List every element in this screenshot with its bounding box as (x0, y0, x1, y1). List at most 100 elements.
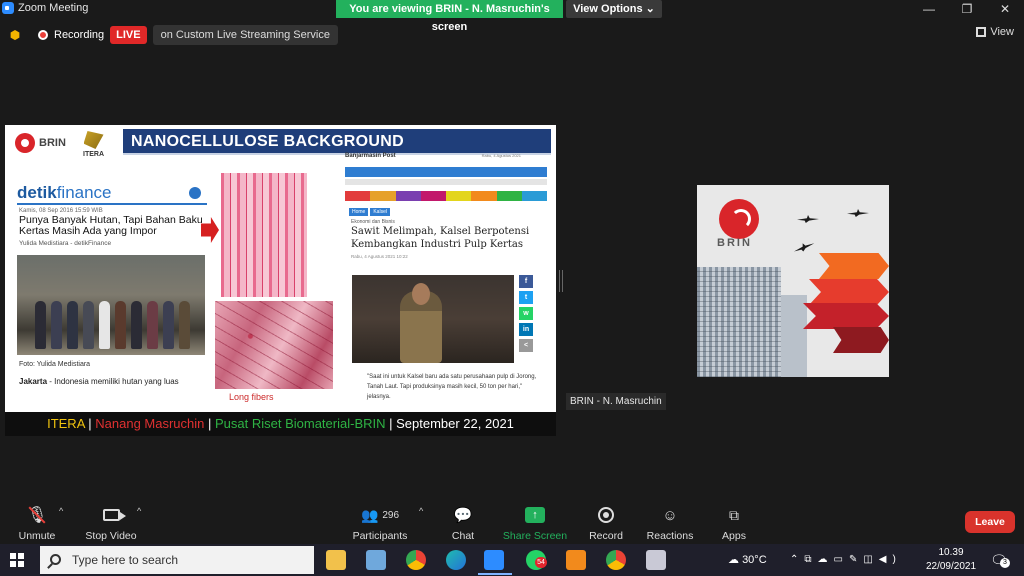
unmute-label: Unmute (18, 530, 56, 542)
building-image (697, 267, 781, 377)
pinned-app-icon[interactable] (646, 550, 666, 570)
photo-person (179, 301, 190, 349)
participants-count: 296 (382, 509, 400, 521)
chat-icon: 💬 (453, 507, 473, 524)
participants-caret-icon[interactable]: ^ (419, 506, 423, 516)
photo-person (35, 301, 46, 349)
itera-logo: ITERA (83, 131, 104, 158)
chat-label: Chat (451, 530, 475, 542)
apps-button[interactable]: ⧉ Apps (699, 504, 769, 543)
slide-title: NANOCELLULOSE BACKGROUND (123, 129, 551, 155)
participant-video-tile[interactable]: BRIN (697, 185, 889, 377)
close-button[interactable]: ✕ (986, 0, 1024, 18)
banjar-header: Banjarmasin Post Rabu, 4 Agustus 2021 (345, 153, 551, 167)
bird-icon (792, 239, 815, 254)
windows-start-icon[interactable] (10, 553, 24, 567)
bird-icon (797, 215, 819, 223)
brin-emblem-icon (719, 199, 759, 239)
zoom-window: Zoom Meeting You are viewing BRIN - N. M… (0, 0, 1024, 576)
category-swatch (496, 191, 522, 201)
category-swatch (471, 191, 497, 201)
long-fibers-label: Long fibers (229, 392, 274, 402)
banjar-headline: Sawit Melimpah, Kalsel Berpotensi Kemban… (351, 226, 530, 250)
audio-options-caret-icon[interactable]: ^ (59, 506, 63, 516)
share-icon: < (519, 339, 533, 352)
fiber-micrograph-2 (215, 301, 333, 389)
minimize-button[interactable]: — (910, 0, 948, 18)
title-bar: Zoom Meeting You are viewing BRIN - N. M… (0, 0, 1024, 33)
category-swatch (370, 191, 396, 201)
meeting-toolbar: 🎙 Unmute ^ Stop Video ^ 👥296 Participant… (0, 500, 1024, 544)
weather-widget[interactable]: ☁ 30°C (728, 544, 767, 576)
photo-person (51, 301, 62, 349)
participants-button[interactable]: 👥 296 Participants (345, 504, 415, 543)
shield-icon[interactable]: ⬢ (8, 28, 22, 42)
active-app-indicator (478, 573, 512, 575)
video-options-caret-icon[interactable]: ^ (137, 506, 141, 516)
brin-emblem-icon (15, 133, 35, 153)
slide-footer: ITERA | Nanang Masruchin | Pusat Riset B… (5, 412, 556, 436)
bird-icon (847, 209, 869, 217)
detik-body-bold: Jakarta (19, 377, 48, 386)
photo-face (412, 283, 430, 305)
footer-sep: | (385, 416, 397, 431)
brin-logo-text: BRIN (39, 137, 66, 149)
chevron-graphic (803, 303, 889, 329)
brin-logo: BRIN (15, 133, 66, 153)
chrome-icon[interactable] (406, 550, 426, 570)
tile-logo-text: BRIN (717, 237, 752, 249)
splitter-handle[interactable] (559, 270, 563, 292)
system-tray-icons[interactable]: ⌃⧉☁▭✎◫◀) (790, 544, 902, 576)
chevron-graphic (833, 327, 889, 353)
banjar-quote: "Saat ini untuk Kalsel baru ada satu per… (367, 374, 537, 400)
category-swatch (345, 191, 371, 201)
banjar-nav (345, 167, 547, 177)
photo-person (163, 301, 174, 349)
banjar-site-name: Banjarmasin Post (345, 153, 396, 159)
clock-date: 22/09/2021 (925, 561, 977, 572)
view-button[interactable]: View (976, 26, 1014, 38)
pinned-app-icon[interactable] (366, 550, 386, 570)
recording-label[interactable]: Recording (54, 29, 104, 41)
file-explorer-icon[interactable] (326, 550, 346, 570)
grid-icon (976, 27, 987, 37)
banjar-category-bar (345, 191, 547, 201)
shared-screen: BRIN ITERA NANOCELLULOSE BACKGROUND deti… (5, 125, 556, 436)
photo-person (115, 301, 126, 349)
record-button[interactable]: Record (571, 504, 641, 542)
pinned-app-icon[interactable] (566, 550, 586, 570)
banjar-subnav (345, 179, 547, 185)
taskbar-search-input[interactable]: Type here to search (40, 546, 314, 574)
photo-person (83, 301, 94, 349)
restore-button[interactable]: ❐ (948, 0, 986, 18)
detik-body: Jakarta - Indonesia memiliki hutan yang … (19, 377, 179, 386)
record-icon (571, 504, 641, 526)
view-options-button[interactable]: View Options ⌄ (566, 0, 662, 18)
detik-divider (17, 203, 207, 205)
taskbar-clock[interactable]: 10.39 22/09/2021 (924, 546, 978, 574)
chevron-down-icon: ⌄ (645, 3, 655, 15)
share-screen-button[interactable]: ↑ Share Screen (500, 504, 570, 542)
windows-taskbar: Type here to search 54 ☁ 30°C ⌃⧉☁▭✎◫◀) 1… (0, 544, 1024, 576)
video-camera-icon (76, 504, 146, 526)
detik-photo (17, 255, 205, 355)
view-options-label: View Options (573, 3, 643, 15)
fiber-micrograph-1 (221, 173, 307, 297)
chat-button[interactable]: 💬 Chat (428, 504, 498, 542)
leave-button[interactable]: Leave (965, 511, 1015, 533)
zoom-taskbar-icon[interactable] (484, 550, 504, 570)
chevron-graphic (809, 279, 889, 305)
category-swatch (420, 191, 446, 201)
banjar-meta: Rabu, 4 Agustus 2021 10:22 (351, 254, 408, 259)
edge-icon[interactable] (446, 550, 466, 570)
chrome-profile-icon[interactable] (606, 550, 626, 570)
footer-institute: Pusat Riset Biomaterial-BRIN (215, 416, 386, 431)
stop-video-button[interactable]: Stop Video (76, 504, 146, 542)
breadcrumb-home: Home (349, 208, 369, 216)
live-badge[interactable]: LIVE (110, 26, 147, 44)
facebook-icon: f (519, 275, 533, 288)
reactions-button[interactable]: ☺ Reactions (635, 504, 705, 543)
live-stream-service[interactable]: on Custom Live Streaming Service (152, 25, 338, 45)
stop-video-label: Stop Video (85, 530, 137, 542)
twitter-icon: t (519, 291, 533, 304)
